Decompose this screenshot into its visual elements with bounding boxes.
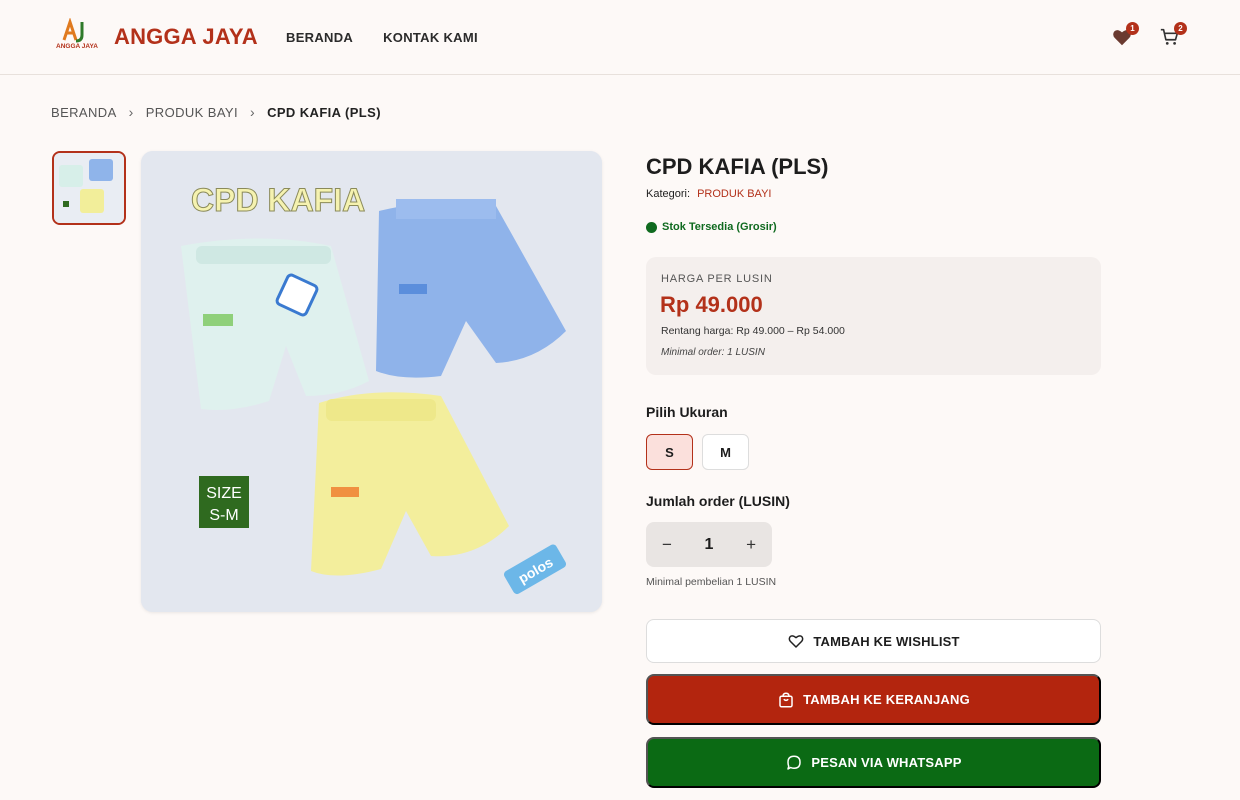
- breadcrumb-beranda[interactable]: BERANDA: [51, 105, 117, 120]
- add-to-cart-button[interactable]: TAMBAH KE KERANJANG: [646, 674, 1101, 725]
- cart-button-label: TAMBAH KE KERANJANG: [803, 692, 970, 707]
- brand-logo[interactable]: ANGGA JAYA: [54, 17, 100, 54]
- add-to-wishlist-button[interactable]: TAMBAH KE WISHLIST: [646, 619, 1101, 663]
- svg-text:CPD KAFIA: CPD KAFIA: [191, 182, 365, 218]
- nav-kontak-kami[interactable]: KONTAK KAMI: [383, 30, 478, 45]
- breadcrumb-produk-bayi[interactable]: PRODUK BAYI: [146, 105, 238, 120]
- size-section-title: Pilih Ukuran: [646, 404, 728, 420]
- svg-text:SIZE: SIZE: [206, 485, 242, 502]
- price-label: HARGA PER LUSIN: [661, 273, 773, 285]
- min-order-note: Minimal order: 1 LUSIN: [661, 347, 765, 358]
- category-link[interactable]: PRODUK BAYI: [697, 188, 771, 200]
- whatsapp-order-button[interactable]: PESAN VIA WHATSAPP: [646, 737, 1101, 788]
- breadcrumb: BERANDA › PRODUK BAYI › CPD KAFIA (PLS): [51, 104, 381, 120]
- min-purchase-note: Minimal pembelian 1 LUSIN: [646, 576, 777, 588]
- main-nav: BERANDA KONTAK KAMI: [286, 30, 478, 45]
- chevron-right-icon: ›: [128, 104, 134, 120]
- breadcrumb-current: CPD KAFIA (PLS): [267, 104, 381, 120]
- increment-button[interactable]: +: [746, 535, 756, 555]
- decrement-button[interactable]: −: [662, 535, 672, 555]
- price-range: Rentang harga: Rp 49.000 – Rp 54.000: [661, 325, 845, 337]
- product-main-image[interactable]: CPD KAFIA SIZE S-M polos: [141, 151, 602, 612]
- cart-header-button[interactable]: 2: [1159, 22, 1187, 52]
- size-option-s[interactable]: S: [646, 434, 693, 470]
- wishlist-header-button[interactable]: 1: [1111, 22, 1139, 52]
- site-header: ANGGA JAYA ANGGA JAYA BERANDA KONTAK KAM…: [0, 0, 1240, 75]
- price-box: HARGA PER LUSIN Rp 49.000 Rentang harga:…: [646, 257, 1101, 375]
- chat-bubble-icon: [787, 755, 802, 770]
- quantity-stepper: − 1 +: [646, 522, 772, 567]
- svg-text:S-M: S-M: [209, 507, 238, 524]
- product-title: CPD KAFIA (PLS): [646, 154, 829, 179]
- quantity-value[interactable]: 1: [705, 536, 714, 554]
- product-category: Kategori: PRODUK BAYI: [646, 188, 771, 200]
- wishlist-count-badge: 1: [1126, 22, 1139, 35]
- quantity-section-title: Jumlah order (LUSIN): [646, 493, 790, 509]
- size-option-m[interactable]: M: [702, 434, 749, 470]
- heart-outline-icon: [788, 635, 804, 648]
- nav-beranda[interactable]: BERANDA: [286, 30, 353, 45]
- stock-dot-icon: [646, 221, 657, 233]
- whatsapp-button-label: PESAN VIA WHATSAPP: [811, 755, 962, 770]
- chevron-right-icon: ›: [250, 104, 256, 120]
- wishlist-button-label: TAMBAH KE WISHLIST: [813, 633, 960, 649]
- brand-name[interactable]: ANGGA JAYA: [114, 24, 258, 50]
- stock-status: Stok Tersedia (Grosir): [646, 221, 777, 233]
- stock-text: Stok Tersedia (Grosir): [662, 221, 777, 233]
- product-thumbnail[interactable]: [52, 151, 126, 225]
- price-value: Rp 49.000: [660, 292, 763, 317]
- category-label: Kategori:: [646, 188, 691, 200]
- cart-count-badge: 2: [1174, 22, 1187, 35]
- shopping-bag-icon: [779, 691, 793, 707]
- svg-text:ANGGA JAYA: ANGGA JAYA: [56, 43, 98, 50]
